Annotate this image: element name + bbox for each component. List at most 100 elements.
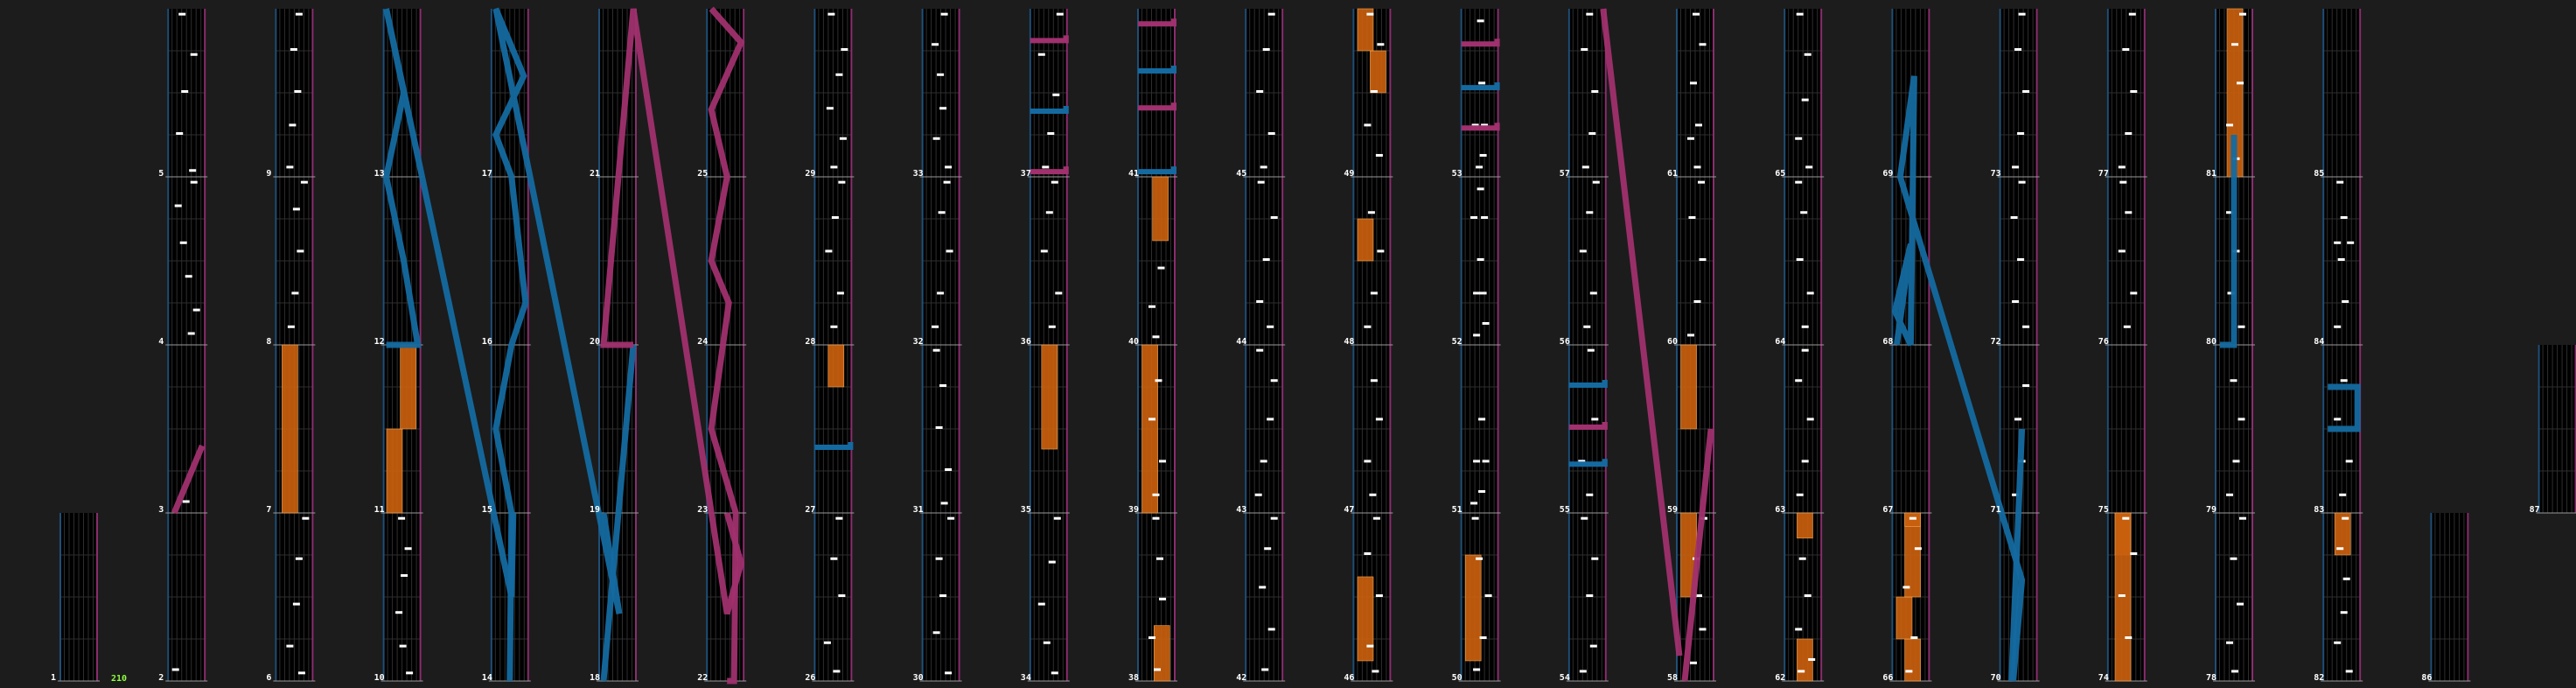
measure-label: 8 xyxy=(266,337,271,347)
note xyxy=(300,180,308,184)
note xyxy=(1798,557,1806,560)
measure-label: 45 xyxy=(1236,169,1246,179)
note xyxy=(2239,516,2246,520)
measure-label: 5 xyxy=(158,169,164,179)
note xyxy=(1372,516,1380,520)
note xyxy=(1155,379,1162,383)
measure-lane xyxy=(2105,9,2147,178)
note xyxy=(176,132,184,135)
note xyxy=(1801,348,1809,352)
measure-label: 86 xyxy=(2421,673,2432,683)
measure-label: 83 xyxy=(2314,505,2324,515)
note xyxy=(1051,671,1058,675)
note xyxy=(2347,241,2355,244)
note xyxy=(1478,81,1486,85)
note xyxy=(2125,211,2133,214)
note xyxy=(1370,90,1378,93)
note xyxy=(291,291,299,295)
note xyxy=(1260,460,1267,463)
measure-lane xyxy=(1889,345,1932,514)
note xyxy=(1804,594,1812,597)
note xyxy=(1581,165,1589,169)
note xyxy=(1586,12,1594,16)
measure-lane xyxy=(273,177,316,346)
note xyxy=(1592,180,1600,184)
note xyxy=(2130,291,2138,295)
note xyxy=(1260,165,1267,169)
note xyxy=(292,602,300,606)
note xyxy=(1478,489,1486,493)
note xyxy=(2012,300,2020,303)
note xyxy=(1591,557,1599,560)
note xyxy=(1471,516,1479,520)
note xyxy=(1910,636,1918,639)
long-note xyxy=(1152,176,1169,242)
measure-label: 26 xyxy=(805,673,815,683)
note xyxy=(1795,180,1803,184)
note xyxy=(2226,123,2233,127)
note xyxy=(2130,90,2138,93)
note xyxy=(1267,628,1275,631)
bpm-label: 210 xyxy=(111,674,127,684)
long-note xyxy=(1895,596,1913,640)
note xyxy=(1148,418,1155,421)
note xyxy=(1473,291,1481,295)
measure-lane xyxy=(165,513,208,682)
note xyxy=(302,516,310,520)
note xyxy=(1690,81,1697,85)
note xyxy=(1909,516,1916,520)
note xyxy=(1366,12,1374,16)
note xyxy=(1476,557,1483,560)
note xyxy=(1699,258,1707,261)
note xyxy=(1048,325,1056,328)
measure-lane xyxy=(1027,9,1070,178)
note xyxy=(1367,211,1375,214)
note xyxy=(2340,611,2348,614)
measure-label: 77 xyxy=(2098,169,2109,179)
measure-lane xyxy=(2321,9,2363,178)
note xyxy=(1366,644,1374,648)
measure-label: 44 xyxy=(1236,337,1246,347)
note xyxy=(1801,325,1809,328)
note xyxy=(1805,165,1813,169)
note xyxy=(2022,90,2030,93)
note xyxy=(292,207,300,211)
note xyxy=(1369,493,1377,496)
note xyxy=(1470,502,1478,505)
measure-lane xyxy=(1243,345,1286,514)
note xyxy=(1270,516,1278,520)
note xyxy=(838,180,846,184)
measure-label: 48 xyxy=(1344,337,1354,347)
measure-label: 2 xyxy=(158,673,164,683)
note xyxy=(1159,460,1166,463)
measure-label: 46 xyxy=(1344,673,1354,683)
note xyxy=(185,275,192,278)
note xyxy=(1370,291,1378,295)
note xyxy=(1261,668,1269,671)
measure-label: 37 xyxy=(1021,169,1031,179)
measure-label: 55 xyxy=(1560,505,1570,515)
long-note xyxy=(1680,344,1697,430)
note xyxy=(1796,493,1804,496)
measure-label: 32 xyxy=(913,337,924,347)
measure-label: 42 xyxy=(1236,673,1246,683)
measure-label: 20 xyxy=(590,337,600,347)
note xyxy=(938,211,946,214)
note xyxy=(945,468,953,471)
measure-lane xyxy=(1458,345,1501,514)
long-note xyxy=(1464,554,1482,662)
measure-label: 65 xyxy=(1775,169,1785,179)
note xyxy=(1256,300,1264,303)
measure-label: 3 xyxy=(158,505,164,515)
measure-label: 58 xyxy=(1667,673,1678,683)
note xyxy=(2014,48,2022,51)
measure-label: 56 xyxy=(1560,337,1570,347)
note xyxy=(1476,19,1484,23)
measure-label: 66 xyxy=(1882,673,1893,683)
note xyxy=(1053,516,1061,520)
measure-label: 34 xyxy=(1021,673,1031,683)
note xyxy=(1037,602,1045,606)
note xyxy=(1364,460,1372,463)
measure-lane xyxy=(2428,513,2471,682)
note xyxy=(290,48,297,51)
